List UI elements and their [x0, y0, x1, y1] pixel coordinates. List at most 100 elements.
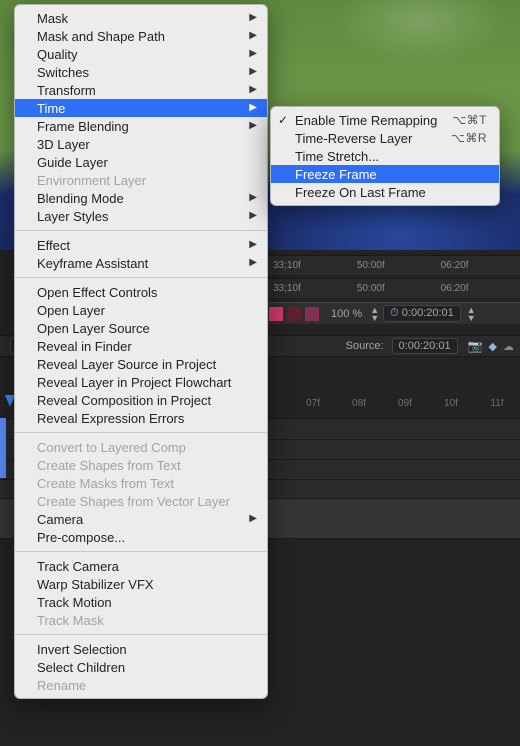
submenu-item-freeze-frame[interactable]: Freeze Frame [271, 165, 499, 183]
menu-item-environment-layer: Environment Layer [15, 171, 267, 189]
submenu-arrow-icon: ▶ [249, 84, 257, 95]
menu-item-label: Camera [37, 512, 83, 527]
menu-item-3d-layer[interactable]: 3D Layer [15, 135, 267, 153]
menu-item-label: Effect [37, 238, 70, 253]
current-timecode[interactable]: ⏱ 0:00:20:01 [383, 305, 461, 322]
menu-item-label: Warp Stabilizer VFX [37, 577, 154, 592]
snapshot-icon[interactable]: 📷 [468, 339, 483, 353]
menu-item-label: Keyframe Assistant [37, 256, 148, 271]
menu-item-blending-mode[interactable]: Blending Mode ▶ [15, 189, 267, 207]
menu-item-label: Blending Mode [37, 191, 124, 206]
menu-item-label: Environment Layer [37, 173, 146, 188]
menu-item-label: Mask and Shape Path [37, 29, 165, 44]
menu-item-reveal-layer-in-project-flowchart[interactable]: Reveal Layer in Project Flowchart [15, 373, 267, 391]
submenu-item-time-reverse-layer[interactable]: Time-Reverse Layer⌥⌘R [271, 129, 499, 147]
menu-item-mask[interactable]: Mask▶ [15, 9, 267, 27]
menu-item-open-layer[interactable]: Open Layer [15, 301, 267, 319]
menu-item-label: Reveal in Finder [37, 339, 132, 354]
menu-item-frame-blending[interactable]: Frame Blending▶ [15, 117, 267, 135]
menu-item-label: Rename [37, 678, 86, 693]
menu-item-open-effect-controls[interactable]: Open Effect Controls [15, 283, 267, 301]
checkmark-icon: ✓ [278, 113, 288, 127]
submenu-arrow-icon: ▶ [249, 66, 257, 77]
weather-icon[interactable]: ☁ [503, 340, 514, 353]
layer-bar[interactable] [0, 418, 6, 478]
menu-item-effect[interactable]: Effect▶ [15, 236, 267, 254]
marker-icon[interactable] [287, 307, 301, 321]
submenu-item-label: Time Stretch... [295, 149, 379, 164]
submenu-arrow-icon: ▶ [249, 120, 257, 131]
menu-item-invert-selection[interactable]: Invert Selection [15, 640, 267, 658]
menu-item-label: Track Mask [37, 613, 104, 628]
frame-tick: 10f [428, 398, 474, 416]
menu-item-label: Select Children [37, 660, 125, 675]
color-swatch[interactable] [305, 307, 319, 321]
zoom-stepper-icon[interactable]: ▲▼ [370, 306, 379, 322]
menu-item-keyframe-assistant[interactable]: Keyframe Assistant▶ [15, 254, 267, 272]
menu-item-label: Convert to Layered Comp [37, 440, 186, 455]
menu-item-warp-stabilizer-vfx[interactable]: Warp Stabilizer VFX [15, 575, 267, 593]
menu-item-mask-and-shape-path[interactable]: Mask and Shape Path ▶ [15, 27, 267, 45]
time-submenu[interactable]: ✓ Enable Time Remapping ⌥⌘T Time-Reverse La… [270, 106, 500, 206]
submenu-item-enable-time-remapping[interactable]: ✓ Enable Time Remapping ⌥⌘T [271, 111, 499, 129]
color-icon[interactable]: ◆ [489, 340, 497, 353]
submenu-arrow-icon: ▶ [249, 192, 257, 203]
menu-item-reveal-expression-errors[interactable]: Reveal Expression Errors [15, 409, 267, 427]
menu-item-reveal-layer-source-in-project[interactable]: Reveal Layer Source in Project [15, 355, 267, 373]
submenu-item-time-stretch[interactable]: Time Stretch... [271, 147, 499, 165]
timecode-stepper-icon[interactable]: ▲▼ [467, 306, 476, 322]
zoom-percent[interactable]: 100 % [331, 308, 362, 320]
menu-item-label: Switches [37, 65, 89, 80]
ruler-tick: 50:00f [357, 260, 385, 271]
menu-item-reveal-composition-in-project[interactable]: Reveal Composition in Project [15, 391, 267, 409]
menu-separator [15, 432, 267, 433]
preview-info-bar: 100 % ▲▼ ⏱ 0:00:20:01 ▲▼ [265, 302, 520, 324]
menu-item-label: Reveal Layer in Project Flowchart [37, 375, 231, 390]
menu-item-track-mask: Track Mask [15, 611, 267, 629]
menu-item-create-masks-from-text: Create Masks from Text [15, 474, 267, 492]
shortcut-label: ⌥⌘R [451, 131, 487, 145]
menu-item-layer-styles[interactable]: Layer Styles▶ [15, 207, 267, 225]
frame-tick: 08f [336, 398, 382, 416]
submenu-arrow-icon: ▶ [249, 30, 257, 41]
time-ruler-2[interactable]: 33;10f 50:00f 06:20f [265, 278, 520, 298]
menu-item-time[interactable]: Time ▶ [15, 99, 267, 117]
menu-item-create-shapes-from-vector-layer: Create Shapes from Vector Layer [15, 492, 267, 510]
menu-item-label: Open Layer [37, 303, 105, 318]
submenu-item-label: Enable Time Remapping [295, 113, 437, 128]
menu-item-label: Create Masks from Text [37, 476, 174, 491]
menu-item-label: 3D Layer [37, 137, 90, 152]
submenu-arrow-icon: ▶ [249, 48, 257, 59]
ruler-tick: 33;10f [273, 283, 301, 294]
menu-item-camera[interactable]: Camera▶ [15, 510, 267, 528]
submenu-item-freeze-on-last-frame[interactable]: Freeze On Last Frame [271, 183, 499, 201]
frame-tick: 09f [382, 398, 428, 416]
menu-item-pre-compose[interactable]: Pre-compose... [15, 528, 267, 546]
menu-item-transform[interactable]: Transform▶ [15, 81, 267, 99]
menu-item-label: Open Layer Source [37, 321, 150, 336]
frame-tick: 11f [474, 398, 520, 416]
menu-item-guide-layer[interactable]: Guide Layer [15, 153, 267, 171]
menu-item-label: Reveal Expression Errors [37, 411, 184, 426]
menu-item-quality[interactable]: Quality▶ [15, 45, 267, 63]
source-timecode[interactable]: 0:00:20:01 [392, 338, 458, 354]
menu-item-select-children[interactable]: Select Children [15, 658, 267, 676]
menu-item-reveal-in-finder[interactable]: Reveal in Finder [15, 337, 267, 355]
time-ruler-1[interactable]: 33;10f 50:00f 06:20f [265, 255, 520, 275]
menu-item-open-layer-source[interactable]: Open Layer Source [15, 319, 267, 337]
ruler-tick: 50:00f [357, 283, 385, 294]
ruler-tick: 06:20f [441, 283, 469, 294]
source-label: Source: [346, 340, 384, 352]
menu-item-track-camera[interactable]: Track Camera [15, 557, 267, 575]
shortcut-label: ⌥⌘T [452, 113, 487, 127]
submenu-arrow-icon: ▶ [249, 102, 257, 113]
menu-item-label: Reveal Composition in Project [37, 393, 211, 408]
ruler-tick: 33;10f [273, 260, 301, 271]
marker-icon[interactable] [269, 307, 283, 321]
menu-item-switches[interactable]: Switches ▶ [15, 63, 267, 81]
menu-item-label: Time [37, 101, 65, 116]
layer-context-menu[interactable]: Mask▶Mask and Shape Path▶Quality▶Switche… [14, 4, 268, 699]
submenu-arrow-icon: ▶ [249, 210, 257, 221]
menu-item-label: Create Shapes from Text [37, 458, 181, 473]
menu-item-track-motion[interactable]: Track Motion [15, 593, 267, 611]
